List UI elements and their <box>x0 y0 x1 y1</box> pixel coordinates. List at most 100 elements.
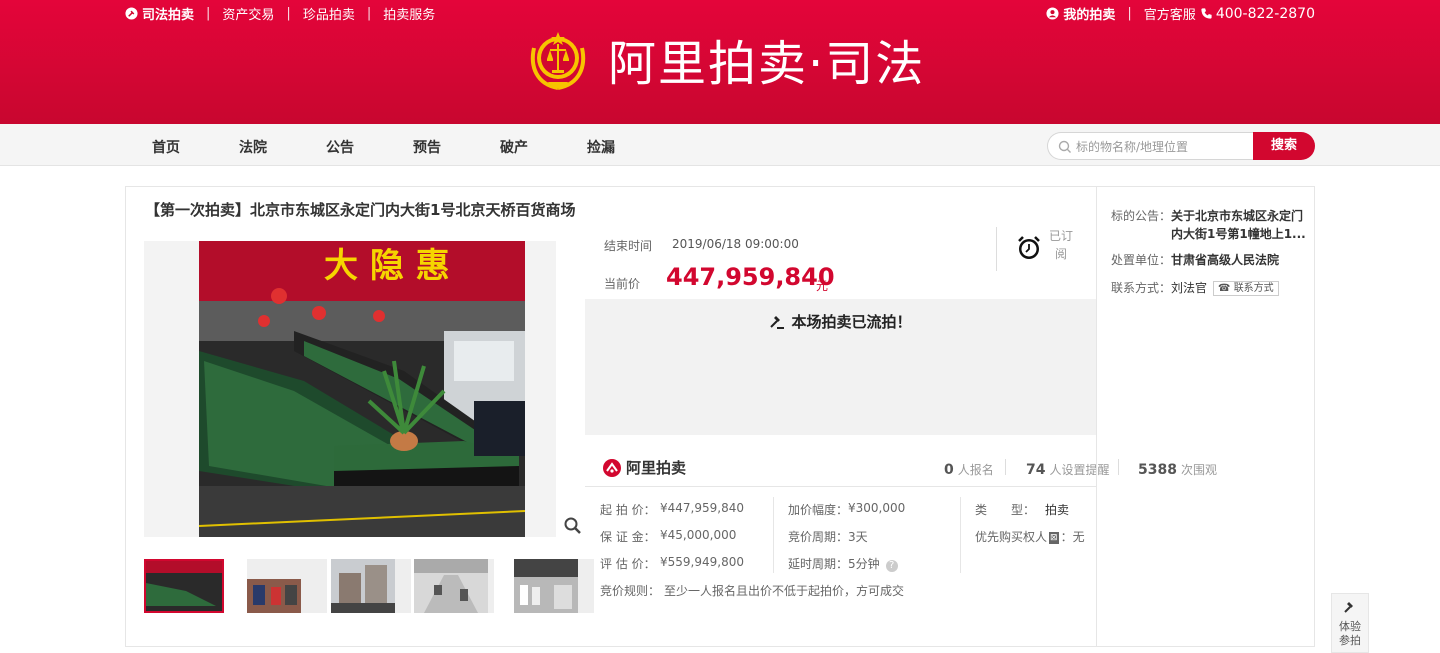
unit-value[interactable]: 甘肃省高级人民法院 <box>1171 253 1279 267</box>
period-label: 竞价周期： <box>788 530 849 544</box>
site-header: 司法拍卖 | 资产交易 | 珍品拍卖 | 拍卖服务 我的拍卖 | 官方客服 40… <box>0 0 1440 124</box>
nav-item-notice[interactable]: 公告 <box>326 137 354 157</box>
nav-item-bargain[interactable]: 捡漏 <box>587 137 615 157</box>
help-icon[interactable]: ? <box>885 560 898 572</box>
end-time-label: 结束时间 <box>604 239 653 253</box>
notice-label: 标的公告： <box>1111 209 1172 223</box>
nav-item-preview[interactable]: 预告 <box>413 137 441 157</box>
nav-asset-trading[interactable]: 资产交易 <box>222 4 274 23</box>
deposit-value: ¥45,000,000 <box>660 528 737 542</box>
nav-treasure-auction[interactable]: 珍品拍卖 <box>303 4 355 23</box>
site-logo[interactable]: 阿里拍卖·司法 <box>528 24 925 94</box>
divider: | <box>1127 6 1132 21</box>
stats-bar: 阿里拍卖 0 人报名 74 人设置提醒 5388 次围观 <box>585 435 1217 487</box>
price-unit: 元 <box>816 279 829 293</box>
search-input[interactable] <box>1076 137 1248 157</box>
rule-value: 至少一人报名且出价不低于起拍价，方可成交 <box>664 584 905 598</box>
current-price-value: 447,959,840 <box>666 263 835 291</box>
nav-item-bankruptcy[interactable]: 破产 <box>500 137 528 157</box>
type-value: 拍卖 <box>1045 503 1070 517</box>
search-box <box>1047 132 1255 160</box>
service-phone: 400-822-2870 <box>1215 5 1315 22</box>
current-price-label: 当前价 <box>604 277 641 291</box>
zoom-icon[interactable] <box>564 517 582 535</box>
stat-reminders-number: 74 <box>1026 462 1046 478</box>
divider <box>1005 459 1006 475</box>
priority-label: 优先购买权人 <box>975 530 1048 544</box>
stat-signups: 0 人报名 <box>944 459 994 478</box>
contact-button-label: 联系方式 <box>1233 283 1274 294</box>
main-nav: 首页 法院 公告 预告 破产 捡漏 搜索 <box>0 124 1440 166</box>
auction-status-box: 本场拍卖已流拍！ <box>585 299 1096 435</box>
alarm-clock-icon[interactable] <box>1016 235 1042 261</box>
priority-value: ：无 <box>1060 530 1085 544</box>
delay-label: 延时周期： <box>788 557 849 571</box>
logo-text: 阿里拍卖·司法 <box>608 36 926 92</box>
nav-item-home[interactable]: 首页 <box>152 137 180 157</box>
nav-item-court[interactable]: 法院 <box>239 137 267 157</box>
delay-row: 5分钟? <box>848 555 898 572</box>
end-time-value: 2019/06/18 09:00:00 <box>672 237 799 251</box>
brand-name: 阿里拍卖 <box>626 459 687 477</box>
svg-text:大 隐 惠: 大 隐 惠 <box>324 246 450 286</box>
subscribed-text[interactable]: 已订阅 <box>1046 227 1076 263</box>
stat-signups-label: 人报名 <box>957 463 994 477</box>
status-message-row: 本场拍卖已流拍！ <box>585 311 1096 332</box>
thumbnail-4[interactable] <box>414 559 494 613</box>
widget-line-2: 参拍 <box>1339 634 1361 647</box>
court-emblem-icon <box>530 32 586 90</box>
increment-value: ¥300,000 <box>848 501 906 515</box>
divider: | <box>206 6 211 21</box>
my-auction-link[interactable]: 我的拍卖 <box>1063 4 1115 23</box>
auction-hammer-circle-icon <box>125 7 138 20</box>
thumbnail-2[interactable] <box>247 559 327 613</box>
estimate-label: 评 估 价： <box>600 557 656 571</box>
thumbnail-1[interactable] <box>144 559 224 613</box>
search-bar: 搜索 <box>1047 132 1315 160</box>
start-price-label: 起 拍 价： <box>600 503 656 517</box>
right-info-panel: 标的公告：关于北京市东城区永定门 内大街1号第1幢地上1... 处置单位：甘肃省… <box>1096 187 1315 646</box>
type-label: 类 型： <box>975 503 1036 517</box>
search-icon <box>1058 140 1071 153</box>
delay-value: 5分钟 <box>848 557 880 571</box>
auction-title: 【第一次拍卖】北京市东城区永定门内大街1号北京天桥百货商场 <box>145 201 576 219</box>
notice-row-2: 内大街1号第1幢地上1... <box>1171 225 1306 242</box>
divider <box>773 497 774 573</box>
unit-row: 处置单位：甘肃省高级人民法院 <box>1111 251 1279 268</box>
search-button[interactable]: 搜索 <box>1253 132 1315 160</box>
main-photo[interactable]: 大 隐 惠 <box>144 241 556 537</box>
estimate-value: ¥559,949,800 <box>660 555 744 569</box>
customer-service-link[interactable]: 官方客服 <box>1144 4 1196 23</box>
thumbnail-5[interactable] <box>514 559 594 613</box>
top-bar: 司法拍卖 | 资产交易 | 珍品拍卖 | 拍卖服务 我的拍卖 | 官方客服 40… <box>125 0 1315 24</box>
nav-judicial-auction[interactable]: 司法拍卖 <box>142 4 194 23</box>
auction-detail-panel: 【第一次拍卖】北京市东城区永定门内大街1号北京天桥百货商场 大 隐 惠 结束时间… <box>125 186 1315 647</box>
gavel-icon <box>1344 602 1353 613</box>
divider: | <box>366 6 372 21</box>
nav-auction-service[interactable]: 拍卖服务 <box>383 4 435 23</box>
priority-info-icon[interactable]: ⊠ <box>1049 532 1059 544</box>
divider <box>996 227 997 271</box>
phone-icon: ☎ <box>1218 283 1231 294</box>
contact-row: 联系方式：刘法官 ☎ 联系方式 <box>1111 279 1279 296</box>
priority-row: 优先购买权人 ⊠ ：无 <box>975 528 1085 545</box>
stat-signups-number: 0 <box>944 462 954 478</box>
notice-link-line2[interactable]: 内大街1号第1幢地上1... <box>1171 227 1306 241</box>
increment-label: 加价幅度： <box>788 503 849 517</box>
notice-row: 标的公告：关于北京市东城区永定门 <box>1111 207 1303 225</box>
rule-label: 竞价规则： <box>600 584 661 598</box>
widget-line-1: 体验 <box>1339 620 1361 633</box>
divider: | <box>286 6 291 21</box>
status-message: 本场拍卖已流拍！ <box>791 313 912 331</box>
contact-value: 刘法官 <box>1171 281 1208 295</box>
thumbnail-3[interactable] <box>331 559 411 613</box>
ali-auction-logo-icon <box>603 458 621 477</box>
divider <box>960 497 961 573</box>
try-bidding-widget[interactable]: 体验 参拍 <box>1331 593 1369 653</box>
unit-label: 处置单位： <box>1111 253 1172 267</box>
notice-link-line1[interactable]: 关于北京市东城区永定门 <box>1171 209 1303 223</box>
contact-button[interactable]: ☎ 联系方式 <box>1213 281 1279 296</box>
gavel-icon <box>770 316 785 329</box>
escalator-photo: 大 隐 惠 <box>144 241 556 537</box>
user-circle-icon <box>1046 7 1059 20</box>
